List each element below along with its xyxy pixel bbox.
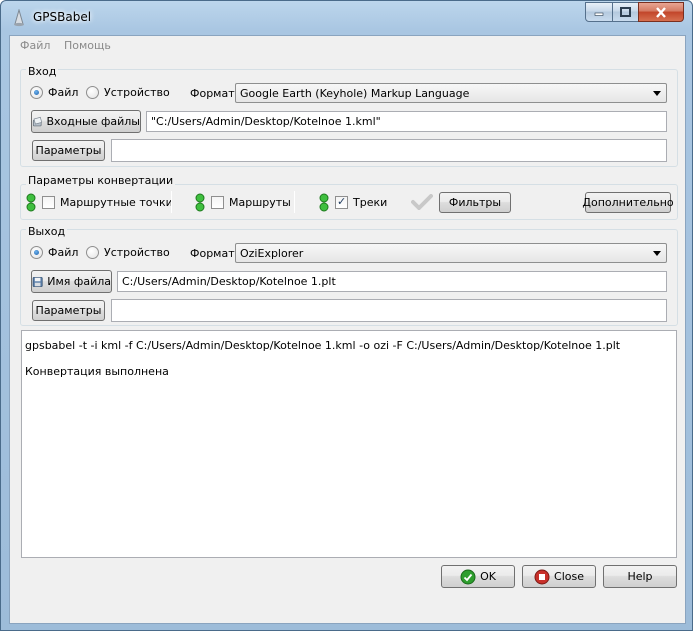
output-file-radio[interactable]: [30, 246, 43, 259]
log-line-command: gpsbabel -t -i kml -f C:/Users/Admin/Des…: [25, 339, 621, 352]
input-format-value: Google Earth (Keyhole) Markup Language: [240, 87, 470, 100]
output-filename-button-label: Имя файла: [47, 275, 111, 288]
output-file-radio-label: Файл: [48, 246, 79, 259]
input-params-button[interactable]: Параметры: [32, 140, 105, 161]
client-area: Файл Помощь Вход Файл Устройство Формат …: [9, 35, 686, 624]
output-format-select[interactable]: OziExplorer: [235, 243, 667, 263]
checkmark-icon: [411, 194, 433, 210]
output-device-radio-label: Устройство: [104, 246, 170, 259]
input-group-title: Вход: [26, 65, 59, 78]
waypoints-status-icon: [26, 193, 36, 212]
maximize-icon: [620, 7, 631, 17]
output-group-title: Выход: [26, 225, 68, 238]
separator: [171, 191, 172, 213]
output-format-label: Формат: [190, 247, 235, 260]
input-params-field[interactable]: [111, 139, 667, 162]
close-icon: [656, 6, 666, 18]
minimize-button[interactable]: [585, 2, 613, 22]
window-title: GPSBabel: [33, 10, 92, 24]
close-button[interactable]: Close: [522, 565, 596, 588]
output-params-field[interactable]: [111, 299, 667, 322]
menu-bar: Файл Помощь: [10, 36, 685, 56]
menu-file[interactable]: Файл: [20, 39, 50, 52]
input-file-radio[interactable]: [30, 86, 43, 99]
input-file-radio-label: Файл: [48, 86, 79, 99]
input-device-radio-label: Устройство: [104, 86, 170, 99]
close-window-button[interactable]: [638, 2, 684, 22]
help-button[interactable]: Help: [603, 565, 677, 588]
routes-status-icon: [195, 193, 205, 212]
log-output-area[interactable]: gpsbabel -t -i kml -f C:/Users/Admin/Des…: [21, 330, 677, 558]
chevron-down-icon: [653, 251, 661, 256]
menu-help[interactable]: Помощь: [64, 39, 111, 52]
separator: [294, 191, 295, 213]
ok-button-label: OK: [480, 570, 496, 583]
close-button-label: Close: [554, 570, 584, 583]
input-files-field[interactable]: "C:/Users/Admin/Desktop/Kotelnoe 1.kml": [146, 111, 667, 132]
output-device-radio[interactable]: [86, 246, 99, 259]
chevron-down-icon: [653, 91, 661, 96]
routes-checkbox[interactable]: [211, 196, 224, 209]
save-file-icon: [32, 276, 43, 287]
title-bar[interactable]: GPSBabel: [1, 1, 692, 35]
tracks-label: Треки: [353, 196, 388, 209]
log-line-status: Конвертация выполнена: [25, 365, 169, 378]
app-window: GPSBabel Файл Помощь Вход Файл Устройств…: [0, 0, 693, 631]
advanced-button[interactable]: Дополнительно: [582, 192, 674, 213]
input-files-button-label: Входные файлы: [46, 115, 140, 128]
output-filename-button[interactable]: Имя файла: [31, 270, 112, 293]
filters-button[interactable]: Фильтры: [439, 192, 511, 213]
input-files-button[interactable]: Входные файлы: [31, 110, 141, 133]
ok-button[interactable]: OK: [441, 565, 515, 588]
maximize-button[interactable]: [612, 2, 639, 22]
tracks-checkbox[interactable]: [335, 195, 348, 209]
gpsbabel-app-icon: [14, 9, 24, 27]
minimize-icon: [594, 12, 604, 16]
open-files-icon: [32, 116, 43, 126]
output-filename-field[interactable]: C:/Users/Admin/Desktop/Kotelnoe 1.plt: [117, 271, 667, 292]
conversion-group-title: Параметры конвертации: [26, 174, 176, 187]
waypoints-label: Маршрутные точки: [60, 196, 173, 209]
input-format-label: Формат: [190, 87, 235, 100]
input-format-select[interactable]: Google Earth (Keyhole) Markup Language: [235, 83, 667, 103]
ok-check-icon: [460, 569, 476, 584]
routes-label: Маршруты: [229, 196, 291, 209]
input-device-radio[interactable]: [86, 86, 99, 99]
output-format-value: OziExplorer: [240, 247, 304, 260]
waypoints-checkbox[interactable]: [42, 196, 55, 209]
close-circle-icon: [534, 569, 550, 584]
output-params-button[interactable]: Параметры: [32, 300, 105, 321]
tracks-status-icon: [319, 193, 329, 212]
